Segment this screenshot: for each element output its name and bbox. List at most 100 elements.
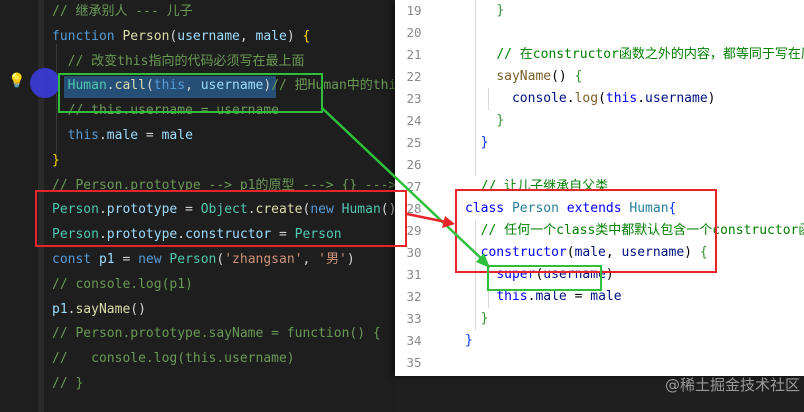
code-line[interactable] [465,154,804,176]
code-token: username [645,91,708,106]
code-line[interactable]: sayName() { [465,66,804,88]
line-number: 21 [406,47,422,62]
code-line[interactable]: // console.log(p1) [52,274,395,296]
code-token: male [535,289,567,304]
code-token: ( [598,91,606,106]
code-line[interactable]: } [465,132,804,154]
code-line[interactable]: console.log(this.username) [465,88,804,110]
right-editor-pane: 19 } 20 21 // 在constructor函数之外的内容，都等同于写在原型… [395,0,804,376]
line-number: 35 [406,355,422,370]
code-line[interactable]: } [465,110,804,132]
code-token: p1 [98,252,115,267]
code-line[interactable]: } [465,0,804,22]
code-line[interactable] [465,22,804,44]
code-line[interactable]: function Person(username, male) { [52,26,395,48]
green-highlight-box [487,265,602,291]
code-token: = [138,128,162,143]
code-token: this [67,128,99,143]
code-token: const [52,252,99,267]
code-token: () [551,69,575,84]
red-highlight-box [35,190,407,247]
code-line[interactable]: // 继承别人 --- 儿子 [52,1,395,23]
code-token: log [574,91,599,106]
code-token: male [590,289,622,304]
code-token: { [302,28,311,44]
code-token: male [255,28,287,44]
code-token: username [177,28,240,44]
lightbulb-icon[interactable]: 💡 [8,73,25,89]
code-token: () [130,301,146,317]
code-line[interactable]: // console.log(this.username) [52,348,395,370]
code-token: } [465,333,473,348]
code-token: '男' [318,252,347,267]
code-token: male [161,128,193,143]
code-token: // 改变this指向的代码必须写在最上面 [67,53,305,69]
code-token: male [106,128,139,143]
line-number: 19 [406,3,422,18]
code-token: Person [169,252,217,267]
line-number: 23 [406,91,422,106]
code-line[interactable]: } [52,150,395,172]
code-token: this [605,91,638,106]
line-number: 33 [406,311,422,326]
code-token: // console.log(p1) [52,276,193,292]
code-line[interactable]: // 改变this指向的代码必须写在最上面 [52,51,395,73]
code-token: p1 [52,301,68,317]
code-token: } [480,311,489,326]
code-line[interactable] [465,352,804,374]
code-token: , [302,252,319,267]
code-token: // 继承别人 --- 儿子 [52,4,193,19]
code-line[interactable]: } [465,308,804,330]
code-token: . [98,128,107,143]
line-number: 20 [406,25,422,40]
code-line[interactable]: this.male = male [52,125,395,147]
line-number: 32 [406,289,422,304]
code-line[interactable]: p1.sayName() [52,299,395,321]
code-token: // } [52,376,84,391]
code-token: } [52,152,60,168]
watermark: @稀土掘金技术社区 [664,376,800,394]
code-line[interactable]: const p1 = new Person('zhangsan', '男') [52,249,395,271]
code-token: } [496,113,505,128]
code-token: ) [707,91,716,106]
code-token: this [496,289,528,304]
code-token: } [480,135,489,150]
code-token: // 在constructor函数之外的内容，都等同于写在原型对 [496,47,804,62]
code-line[interactable]: // } [52,373,395,395]
code-token: { [574,69,583,84]
line-number: 24 [406,113,422,128]
code-token: = [114,252,139,267]
code-token: // console.log(this.username) [52,351,295,367]
code-token: 'zhangsan' [224,252,303,267]
code-token: new [138,252,170,267]
line-number: 25 [406,135,422,150]
code-line[interactable]: // Person.prototype.sayName = function()… [52,323,395,345]
code-token: . [637,91,646,106]
code-line[interactable]: } [465,330,804,352]
line-number: 22 [406,69,422,84]
code-token: } [496,3,505,18]
code-token: Person [122,28,170,44]
code-token: console [511,91,567,106]
code-token: ) [286,28,303,44]
line-number: 26 [406,157,422,172]
code-token: function [52,28,123,44]
code-token: . [566,91,575,106]
green-highlight-box [58,73,323,113]
code-token: sayName [75,301,131,317]
cursor-marker [30,68,60,98]
code-token: ) [346,252,355,267]
code-token: sayName [496,69,552,84]
code-line[interactable]: // 在constructor函数之外的内容，都等同于写在原型对 [465,44,804,66]
red-highlight-box [455,189,717,273]
code-token: // Person.prototype.sayName = function()… [52,326,381,342]
